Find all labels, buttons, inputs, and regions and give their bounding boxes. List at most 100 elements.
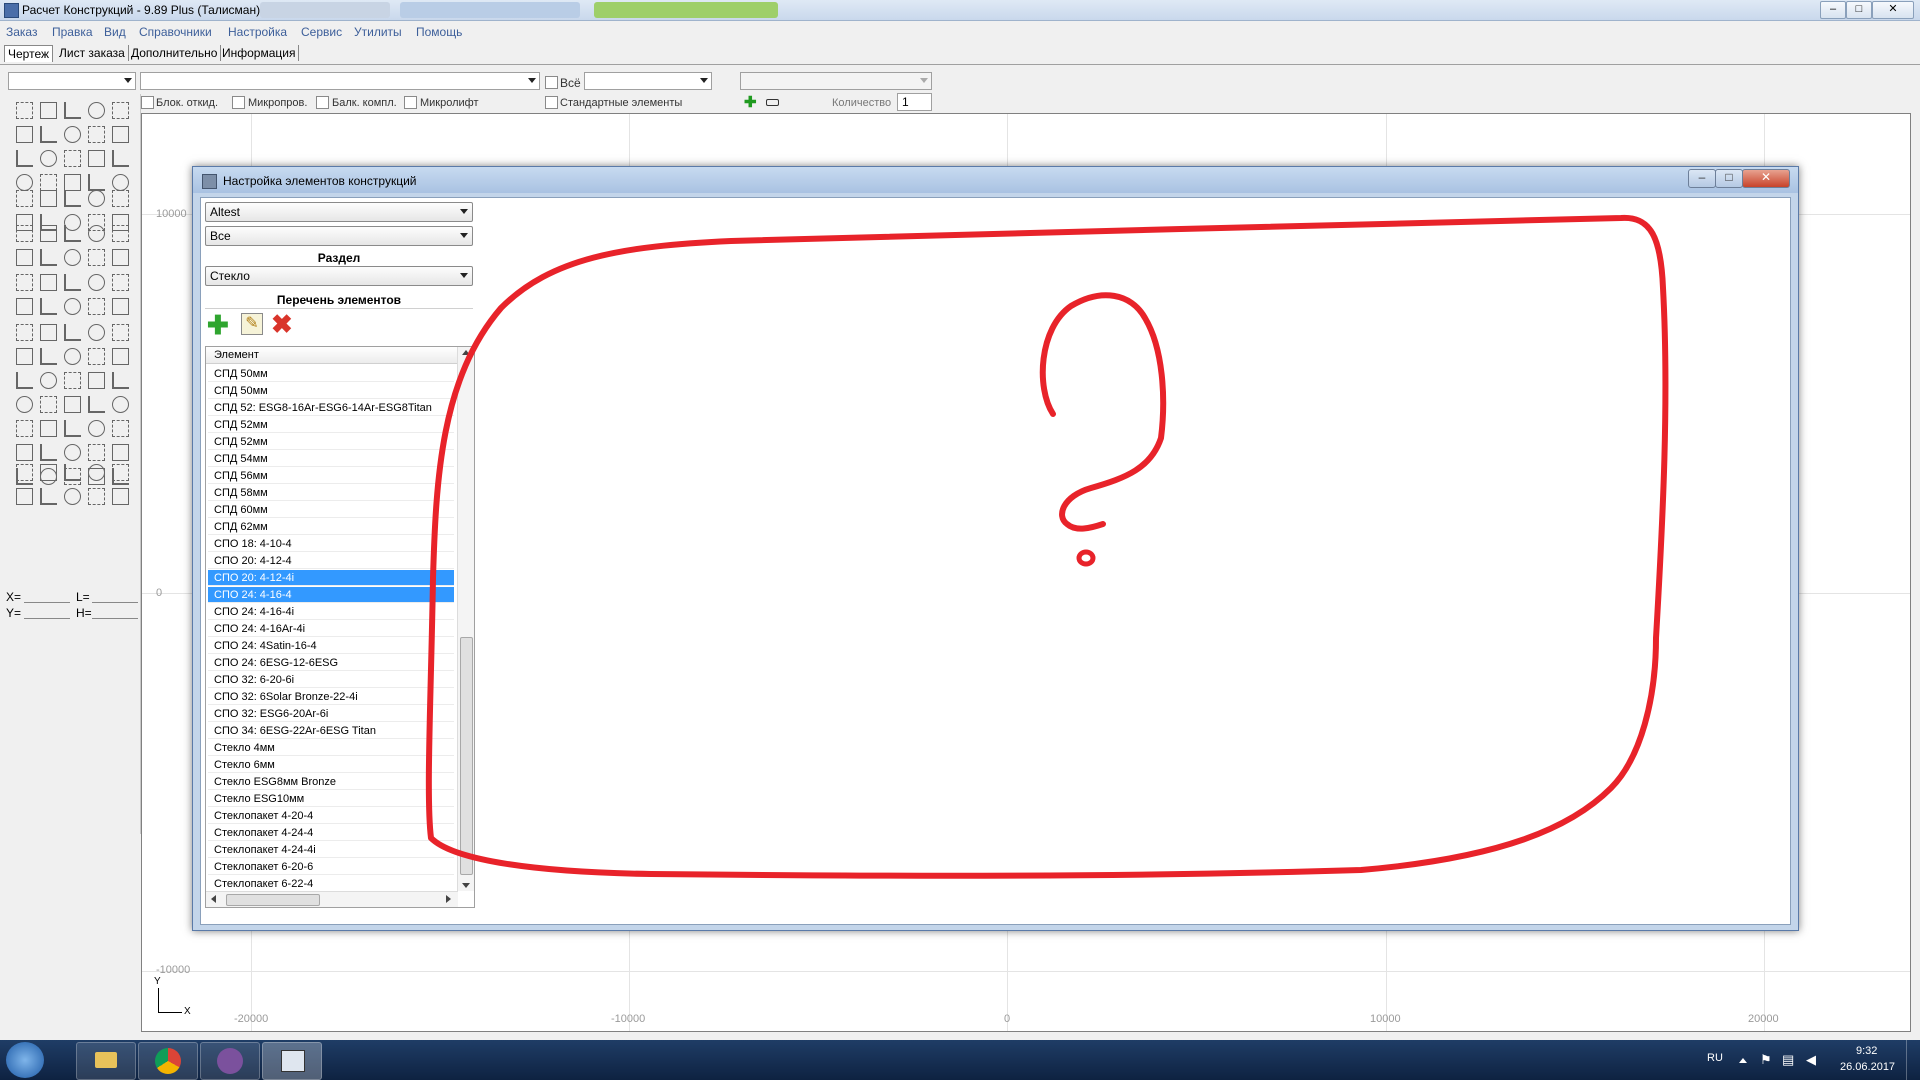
drawing-tool-icon[interactable] bbox=[40, 274, 57, 291]
drawing-tool-icon[interactable] bbox=[16, 396, 33, 413]
drawing-tool-icon[interactable] bbox=[16, 126, 33, 143]
all-checkbox[interactable] bbox=[545, 76, 558, 89]
show-desktop-button[interactable] bbox=[1906, 1040, 1920, 1080]
clock-date[interactable]: 26.06.2017 bbox=[1840, 1061, 1895, 1073]
drawing-tool-icon[interactable] bbox=[88, 298, 105, 315]
drawing-tool-icon[interactable] bbox=[40, 324, 57, 341]
dialog-minimize-button[interactable]: – bbox=[1688, 169, 1716, 188]
drawing-tool-icon[interactable] bbox=[88, 420, 105, 437]
drawing-tool-icon[interactable] bbox=[112, 444, 129, 461]
drawing-tool-icon[interactable] bbox=[16, 488, 33, 505]
drawing-tool-icon[interactable] bbox=[64, 488, 81, 505]
standard-elements-checkbox[interactable] bbox=[545, 96, 558, 109]
menu-order[interactable]: Заказ bbox=[6, 25, 37, 39]
menu-help[interactable]: Помощь bbox=[416, 25, 462, 39]
drawing-tool-icon[interactable] bbox=[112, 396, 129, 413]
drawing-tool-icon[interactable] bbox=[16, 150, 33, 167]
drawing-tool-icon[interactable] bbox=[112, 126, 129, 143]
drawing-tool-icon[interactable] bbox=[112, 420, 129, 437]
quantity-input[interactable]: 1 bbox=[897, 93, 932, 111]
drawing-tool-icon[interactable] bbox=[16, 249, 33, 266]
tab-order-sheet[interactable]: Лист заказа bbox=[56, 45, 129, 61]
drawing-tool-icon[interactable] bbox=[88, 488, 105, 505]
drawing-tool-icon[interactable] bbox=[40, 372, 57, 389]
drawing-tool-icon[interactable] bbox=[64, 150, 81, 167]
drawing-tool-icon[interactable] bbox=[40, 249, 57, 266]
drawing-tool-icon[interactable] bbox=[40, 420, 57, 437]
drawing-tool-icon[interactable] bbox=[88, 324, 105, 341]
element-combo[interactable] bbox=[140, 72, 540, 90]
start-button[interactable] bbox=[6, 1042, 44, 1078]
menu-references[interactable]: Справочники bbox=[139, 25, 212, 39]
drawing-tool-icon[interactable] bbox=[112, 102, 129, 119]
drawing-tool-icon[interactable] bbox=[40, 348, 57, 365]
drawing-tool-icon[interactable] bbox=[16, 348, 33, 365]
drawing-tool-icon[interactable] bbox=[88, 174, 105, 191]
y-coord-field[interactable] bbox=[24, 618, 70, 619]
taskbar-app-active[interactable] bbox=[262, 1042, 322, 1080]
drawing-tool-icon[interactable] bbox=[112, 372, 129, 389]
drawing-tool-icon[interactable] bbox=[16, 372, 33, 389]
tab-information[interactable]: Информация bbox=[219, 45, 300, 61]
minimize-button[interactable]: – bbox=[1820, 1, 1846, 19]
drawing-tool-icon[interactable] bbox=[40, 225, 57, 242]
drawing-tool-icon[interactable] bbox=[88, 190, 105, 207]
drawing-tool-icon[interactable] bbox=[88, 102, 105, 119]
clock-time[interactable]: 9:32 bbox=[1856, 1045, 1877, 1057]
menu-view[interactable]: Вид bbox=[104, 25, 126, 39]
h-coord-field[interactable] bbox=[92, 618, 138, 619]
drawing-tool-icon[interactable] bbox=[64, 444, 81, 461]
drawing-tool-icon[interactable] bbox=[112, 348, 129, 365]
drawing-tool-icon[interactable] bbox=[112, 225, 129, 242]
remove-icon[interactable] bbox=[766, 99, 779, 106]
balcony-checkbox[interactable] bbox=[316, 96, 329, 109]
drawing-tool-icon[interactable] bbox=[40, 126, 57, 143]
action-center-icon[interactable]: ⚑ bbox=[1760, 1052, 1772, 1068]
l-coord-field[interactable] bbox=[92, 602, 138, 603]
drawing-tool-icon[interactable] bbox=[40, 102, 57, 119]
drawing-tool-icon[interactable] bbox=[64, 102, 81, 119]
drawing-tool-icon[interactable] bbox=[40, 174, 57, 191]
drawing-tool-icon[interactable] bbox=[40, 396, 57, 413]
menu-service[interactable]: Сервис bbox=[301, 25, 342, 39]
drawing-tool-icon[interactable] bbox=[16, 298, 33, 315]
add-icon[interactable]: ✚ bbox=[744, 93, 757, 111]
drawing-tool-icon[interactable] bbox=[88, 464, 105, 481]
drawing-tool-icon[interactable] bbox=[88, 444, 105, 461]
microlift-checkbox[interactable] bbox=[404, 96, 417, 109]
drawing-tool-icon[interactable] bbox=[16, 464, 33, 481]
drawing-tool-icon[interactable] bbox=[40, 488, 57, 505]
drawing-tool-icon[interactable] bbox=[16, 190, 33, 207]
close-button[interactable]: ✕ bbox=[1872, 1, 1914, 19]
drawing-tool-icon[interactable] bbox=[64, 372, 81, 389]
drawing-tool-icon[interactable] bbox=[40, 190, 57, 207]
x-coord-field[interactable] bbox=[24, 602, 70, 603]
drawing-tool-icon[interactable] bbox=[64, 324, 81, 341]
drawing-tool-icon[interactable] bbox=[64, 396, 81, 413]
menu-edit[interactable]: Правка bbox=[52, 25, 93, 39]
drawing-tool-icon[interactable] bbox=[88, 396, 105, 413]
block-checkbox[interactable] bbox=[141, 96, 154, 109]
maximize-button[interactable]: □ bbox=[1846, 1, 1872, 19]
drawing-tool-icon[interactable] bbox=[40, 298, 57, 315]
dialog-close-button[interactable]: ✕ bbox=[1742, 169, 1790, 188]
drawing-tool-icon[interactable] bbox=[112, 174, 129, 191]
drawing-tool-icon[interactable] bbox=[88, 372, 105, 389]
menu-settings[interactable]: Настройка bbox=[228, 25, 287, 39]
drawing-tool-icon[interactable] bbox=[112, 324, 129, 341]
drawing-tool-icon[interactable] bbox=[16, 420, 33, 437]
drawing-tool-icon[interactable] bbox=[88, 150, 105, 167]
taskbar-explorer[interactable] bbox=[76, 1042, 136, 1080]
volume-icon[interactable]: ◀ bbox=[1806, 1052, 1816, 1068]
disabled-combo[interactable] bbox=[740, 72, 932, 90]
show-hidden-icons-icon[interactable] bbox=[1739, 1058, 1747, 1063]
language-indicator[interactable]: RU bbox=[1707, 1052, 1723, 1064]
tab-additional[interactable]: Дополнительно bbox=[128, 45, 222, 61]
drawing-tool-icon[interactable] bbox=[40, 150, 57, 167]
drawing-tool-icon[interactable] bbox=[16, 274, 33, 291]
drawing-tool-icon[interactable] bbox=[112, 488, 129, 505]
drawing-tool-icon[interactable] bbox=[88, 225, 105, 242]
drawing-tool-icon[interactable] bbox=[64, 126, 81, 143]
profile-combo[interactable] bbox=[8, 72, 136, 90]
drawing-tool-icon[interactable] bbox=[112, 150, 129, 167]
